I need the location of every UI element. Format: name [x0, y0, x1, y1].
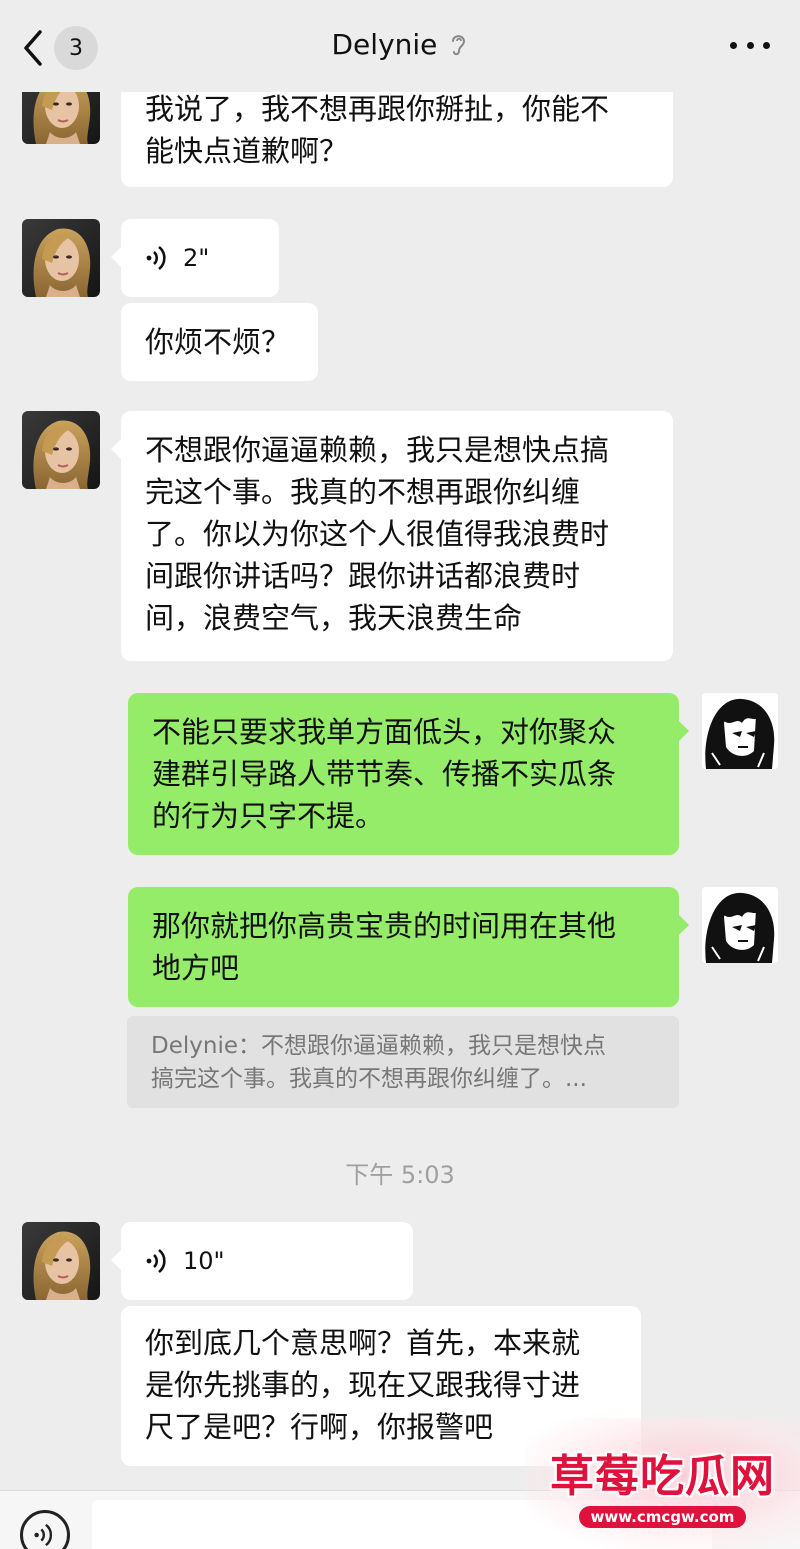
message-line: 间跟你讲话吗？跟你讲话都浪费时 — [145, 559, 581, 593]
contact-avatar[interactable] — [22, 411, 100, 489]
message-line: 你烦不烦？ — [145, 325, 291, 359]
message-bubble[interactable]: 不想跟你逼逼赖赖，我只是想快点搞 完这个事。我真的不想再跟你纠缠 了。你以为你这… — [111, 411, 673, 661]
chat-header: 3 Delynie — [0, 0, 800, 92]
more-dots-icon — [763, 41, 770, 49]
chat-title-wrap: Delynie — [0, 28, 800, 61]
message-line: 能快点道歉啊？ — [145, 134, 349, 168]
message-line: 了。你以为你这个人很值得我浪费时 — [145, 517, 610, 551]
more-dots-icon — [730, 41, 737, 49]
message-line: 间，浪费空气，我天浪费生命 — [145, 601, 523, 635]
contact-avatar[interactable] — [22, 1222, 100, 1300]
my-avatar[interactable] — [702, 693, 778, 769]
my-avatar-image — [702, 887, 778, 963]
voice-wave-icon — [146, 1248, 166, 1274]
contact-avatar-image — [22, 411, 100, 489]
more-options-button[interactable] — [730, 30, 770, 60]
message-line: 的行为只字不提。 — [152, 799, 385, 833]
message-line: 你到底几个意思啊？首先，本来就 — [145, 1326, 581, 1360]
contact-avatar-image — [22, 219, 100, 297]
quoted-message[interactable]: Delynie：不想跟你逼逼赖赖，我只是想快点 搞完这个事。我真的不想再跟你纠缠… — [127, 1016, 679, 1108]
watermark: 草莓吃瓜网 www.cmcgw.com — [525, 1418, 800, 1549]
contact-avatar[interactable] — [22, 219, 100, 297]
message-line: 是你先挑事的，现在又跟我得寸进 — [145, 1368, 581, 1402]
voice-input-icon — [34, 1523, 53, 1547]
quote-line: 搞完这个事。我真的不想再跟你纠缠了。... — [151, 1066, 587, 1092]
message-bubble[interactable]: 我说了，我不想再跟你掰扯，你能不 能快点道歉啊？ — [121, 83, 673, 187]
voice-duration: 2" — [183, 244, 210, 272]
voice-message-bubble[interactable]: 2" — [111, 219, 279, 297]
message-line: 地方吧 — [152, 951, 240, 985]
chat-title: Delynie — [331, 28, 438, 61]
my-message-bubble[interactable]: 那你就把你高贵宝贵的时间用在其他 地方吧 — [128, 887, 689, 1007]
message-line: 建群引导路人带节奏、传播不实瓜条 — [152, 757, 617, 791]
more-dots-icon — [746, 41, 754, 49]
message-line: 那你就把你高贵宝贵的时间用在其他 — [152, 909, 617, 943]
message-bubble[interactable]: 你烦不烦？ — [121, 303, 318, 381]
message-line: 完这个事。我真的不想再跟你纠缠 — [145, 475, 581, 509]
voice-message-bubble[interactable]: 10" — [111, 1222, 413, 1300]
voice-wave-icon — [146, 245, 166, 271]
voice-duration: 10" — [183, 1247, 225, 1275]
my-avatar[interactable] — [702, 887, 778, 963]
my-message-bubble[interactable]: 不能只要求我单方面低头，对你聚众 建群引导路人带节奏、传播不实瓜条 的行为只字不… — [128, 693, 689, 855]
ear-icon — [452, 35, 466, 56]
watermark-url: www.cmcgw.com — [578, 1506, 747, 1528]
chat-timestamp: 下午 5:03 — [345, 1161, 455, 1189]
watermark-text: 草莓吃瓜网 — [550, 1451, 775, 1502]
quote-line: Delynie：不想跟你逼逼赖赖，我只是想快点 — [151, 1033, 606, 1059]
message-line: 我说了，我不想再跟你掰扯，你能不 — [145, 92, 610, 126]
message-line: 不能只要求我单方面低头，对你聚众 — [152, 715, 617, 749]
contact-avatar-image — [22, 1222, 100, 1300]
message-line: 不想跟你逼逼赖赖，我只是想快点搞 — [145, 433, 610, 467]
my-avatar-image — [702, 693, 778, 769]
